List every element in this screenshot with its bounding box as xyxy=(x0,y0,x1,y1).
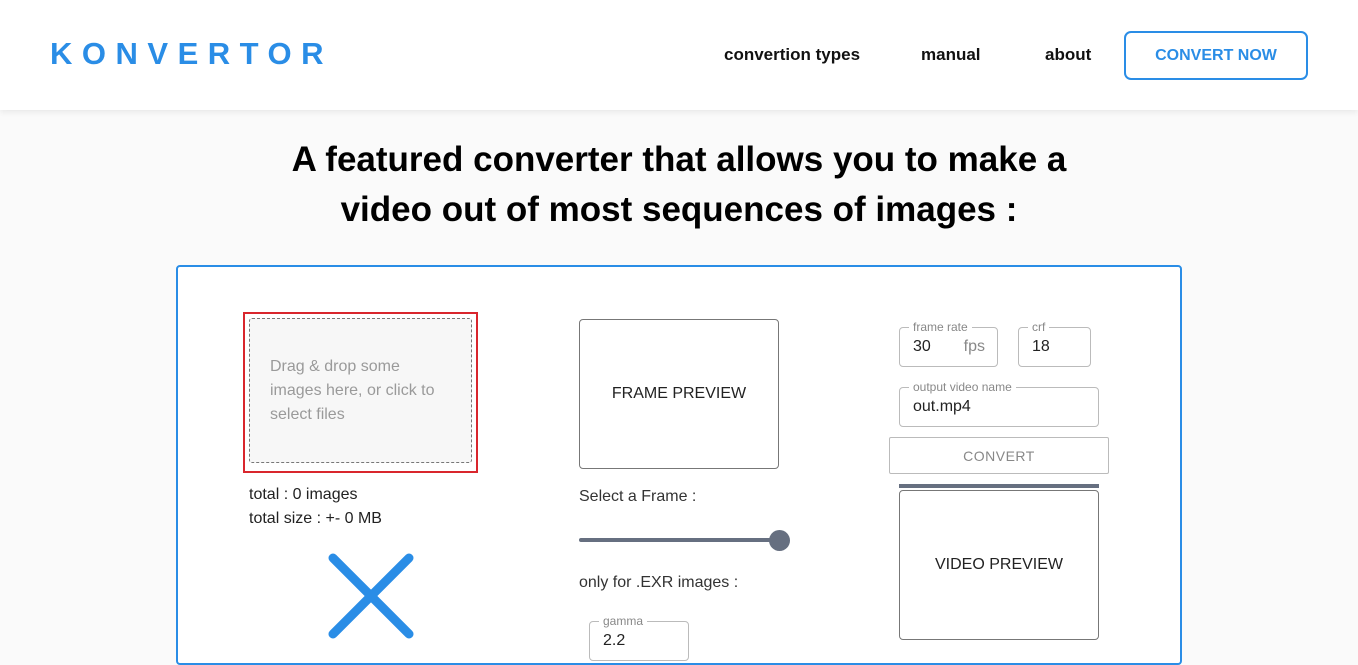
frame-rate-field[interactable]: frame rate 30 fps xyxy=(899,321,998,367)
video-preview: VIDEO PREVIEW xyxy=(899,490,1099,640)
convert-now-button[interactable]: CONVERT NOW xyxy=(1124,31,1308,80)
total-size: total size : +- 0 MB xyxy=(249,510,382,527)
crf-value[interactable]: 18 xyxy=(1032,338,1050,356)
select-frame-label: Select a Frame : xyxy=(579,488,697,505)
nav-link-conversion-types[interactable]: convertion types xyxy=(724,45,860,65)
fps-unit: fps xyxy=(963,338,985,355)
output-name-legend: output video name xyxy=(909,381,1016,394)
logo[interactable]: KONVERTOR xyxy=(50,36,333,72)
conversion-progress-bar xyxy=(899,484,1099,488)
site-header: KONVERTOR convertion types manual about … xyxy=(0,0,1358,110)
headline-line-2: video out of most sequences of images : xyxy=(340,190,1018,229)
crf-legend: crf xyxy=(1028,321,1050,334)
gamma-field[interactable]: gamma 2.2 xyxy=(589,615,689,661)
total-images-count: total : 0 images xyxy=(249,486,358,503)
frame-preview-label: FRAME PREVIEW xyxy=(611,385,747,402)
headline-line-1: A featured converter that allows you to … xyxy=(291,140,1067,179)
image-dropzone[interactable]: Drag & drop some images here, or click t… xyxy=(249,318,472,463)
gamma-legend: gamma xyxy=(599,615,648,628)
page-headline: A featured converter that allows you to … xyxy=(180,135,1178,235)
exr-only-label: only for .EXR images : xyxy=(579,574,739,591)
nav-link-manual[interactable]: manual xyxy=(921,45,981,65)
frame-slider-thumb[interactable] xyxy=(768,530,790,551)
convert-button[interactable]: CONVERT xyxy=(889,437,1109,474)
crf-field[interactable]: crf 18 xyxy=(1018,321,1091,367)
nav-link-about[interactable]: about xyxy=(1045,45,1091,65)
output-name-field[interactable]: output video name out.mp4 xyxy=(899,381,1099,427)
output-name-value[interactable]: out.mp4 xyxy=(913,398,971,416)
frame-rate-value[interactable]: 30 xyxy=(913,338,931,356)
dropzone-frame: Drag & drop some images here, or click t… xyxy=(243,312,478,473)
video-preview-label: VIDEO PREVIEW xyxy=(934,556,1064,573)
frame-preview: FRAME PREVIEW xyxy=(579,319,779,469)
frame-slider-track[interactable] xyxy=(579,538,779,542)
gamma-value[interactable]: 2.2 xyxy=(603,632,625,650)
frame-rate-legend: frame rate xyxy=(909,321,972,334)
close-icon[interactable] xyxy=(327,552,415,640)
